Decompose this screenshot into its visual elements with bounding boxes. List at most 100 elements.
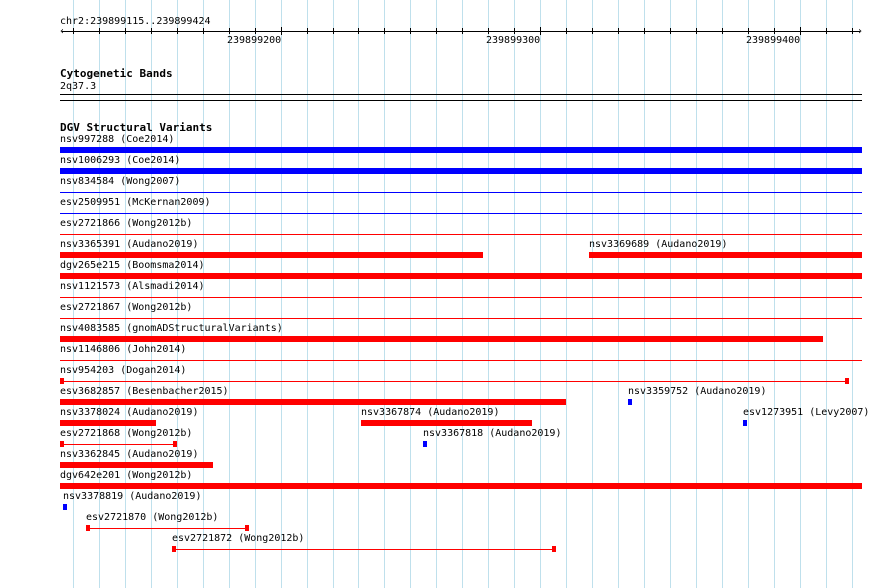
dgv-feature-end-cap <box>86 525 90 531</box>
grid-line <box>540 0 541 588</box>
ruler-tick <box>307 28 308 34</box>
dgv-feature-label[interactable]: nsv3369689 (Audano2019) <box>589 239 727 250</box>
dgv-feature-label[interactable]: nsv3378819 (Audano2019) <box>63 491 201 502</box>
grid-line <box>384 0 385 588</box>
grid-line <box>774 0 775 588</box>
dgv-feature-label[interactable]: dgv642e201 (Wong2012b) <box>60 470 192 481</box>
ruler-tick <box>281 27 282 35</box>
dgv-feature-bar[interactable] <box>60 252 483 258</box>
grid-line <box>436 0 437 588</box>
grid-line <box>748 0 749 588</box>
dgv-feature-marker[interactable] <box>423 441 427 447</box>
dgv-feature-label[interactable]: nsv3378024 (Audano2019) <box>60 407 198 418</box>
dgv-feature-label[interactable]: nsv3367874 (Audano2019) <box>361 407 499 418</box>
dgv-feature-line[interactable] <box>60 192 862 193</box>
grid-line <box>462 0 463 588</box>
dgv-feature-line[interactable] <box>60 213 862 214</box>
dgv-feature-label[interactable]: nsv954203 (Dogan2014) <box>60 365 186 376</box>
ruler-tick <box>384 28 385 34</box>
dgv-feature-line[interactable] <box>60 234 862 235</box>
dgv-feature-line[interactable] <box>60 318 862 319</box>
dgv-feature-label[interactable]: nsv997288 (Coe2014) <box>60 134 174 145</box>
dgv-feature-label[interactable]: dgv265e215 (Boomsma2014) <box>60 260 205 271</box>
dgv-feature-marker[interactable] <box>743 420 747 426</box>
cytoband-label[interactable]: 2q37.3 <box>60 81 96 92</box>
dgv-feature-bar[interactable] <box>60 336 823 342</box>
dgv-feature-label[interactable]: nsv1146806 (John2014) <box>60 344 186 355</box>
dgv-feature-bar[interactable] <box>60 168 862 174</box>
dgv-feature-label[interactable]: esv2721868 (Wong2012b) <box>60 428 192 439</box>
grid-line <box>255 0 256 588</box>
dgv-feature-line[interactable] <box>86 528 249 529</box>
dgv-feature-line[interactable] <box>60 360 862 361</box>
grid-line <box>852 0 853 588</box>
ruler-tick <box>540 27 541 35</box>
dgv-feature-label[interactable]: nsv3367818 (Audano2019) <box>423 428 561 439</box>
ruler-tick <box>125 28 126 34</box>
dgv-feature-label[interactable]: esv2721870 (Wong2012b) <box>86 512 218 523</box>
dgv-feature-bar[interactable] <box>589 252 862 258</box>
ruler-tick <box>644 28 645 34</box>
dgv-feature-end-cap <box>173 441 177 447</box>
grid-line <box>800 0 801 588</box>
grid-line <box>670 0 671 588</box>
region-label: chr2:239899115..239899424 <box>60 16 211 27</box>
ruler-tick <box>203 28 204 34</box>
dgv-feature-label[interactable]: esv2721866 (Wong2012b) <box>60 218 192 229</box>
ruler-tick <box>826 28 827 34</box>
ruler-tick <box>229 28 230 34</box>
ruler-right-arrow-icon: › <box>857 26 864 37</box>
grid-line <box>566 0 567 588</box>
ruler-left-arrow-icon: ‹ <box>59 26 66 37</box>
dgv-feature-marker[interactable] <box>628 399 632 405</box>
dgv-feature-label[interactable]: nsv834584 (Wong2007) <box>60 176 180 187</box>
dgv-feature-marker[interactable] <box>63 504 67 510</box>
dgv-feature-bar[interactable] <box>60 273 862 279</box>
dgv-feature-bar[interactable] <box>60 483 862 489</box>
track-separator <box>60 100 862 101</box>
grid-line <box>514 0 515 588</box>
dgv-feature-bar[interactable] <box>361 420 532 426</box>
dgv-feature-end-cap <box>172 546 176 552</box>
grid-line <box>358 0 359 588</box>
dgv-feature-label[interactable]: esv3682857 (Besenbacher2015) <box>60 386 229 397</box>
ruler-tick <box>333 28 334 34</box>
ruler-tick <box>436 28 437 34</box>
dgv-track-title: DGV Structural Variants <box>60 121 213 134</box>
dgv-feature-label[interactable]: nsv1006293 (Coe2014) <box>60 155 180 166</box>
dgv-feature-label[interactable]: nsv4083585 (gnomADStructuralVariants) <box>60 323 283 334</box>
dgv-feature-label[interactable]: nsv3365391 (Audano2019) <box>60 239 198 250</box>
ruler-tick <box>566 28 567 34</box>
grid-line <box>488 0 489 588</box>
grid-line <box>333 0 334 588</box>
ruler-tick <box>255 28 256 34</box>
ruler-tick <box>696 28 697 34</box>
dgv-feature-label[interactable]: esv2721867 (Wong2012b) <box>60 302 192 313</box>
ruler-tick <box>748 28 749 34</box>
grid-line <box>229 0 230 588</box>
dgv-feature-line[interactable] <box>172 549 556 550</box>
dgv-feature-end-cap <box>845 378 849 384</box>
dgv-feature-bar[interactable] <box>60 462 213 468</box>
genome-browser-view: chr2:239899115..239899424 ‹ › 239899200 2… <box>0 0 890 588</box>
grid-line <box>618 0 619 588</box>
ruler-tick <box>177 28 178 34</box>
ruler-tick <box>800 27 801 35</box>
ruler-position-label: 239899400 <box>746 35 801 46</box>
grid-line <box>644 0 645 588</box>
ruler-tick <box>488 28 489 34</box>
dgv-feature-line[interactable] <box>60 381 849 382</box>
dgv-feature-bar[interactable] <box>60 147 862 153</box>
dgv-feature-label[interactable]: esv2509951 (McKernan2009) <box>60 197 211 208</box>
dgv-feature-label[interactable]: nsv3359752 (Audano2019) <box>628 386 766 397</box>
grid-line <box>826 0 827 588</box>
dgv-feature-line[interactable] <box>60 297 862 298</box>
dgv-feature-label[interactable]: esv1273951 (Levy2007) <box>743 407 869 418</box>
dgv-feature-label[interactable]: esv2721872 (Wong2012b) <box>172 533 304 544</box>
dgv-feature-label[interactable]: nsv3362845 (Audano2019) <box>60 449 198 460</box>
grid-line <box>592 0 593 588</box>
dgv-feature-label[interactable]: nsv1121573 (Alsmadi2014) <box>60 281 205 292</box>
dgv-feature-line[interactable] <box>60 444 177 445</box>
dgv-feature-bar[interactable] <box>60 399 566 405</box>
dgv-feature-bar[interactable] <box>60 420 156 426</box>
